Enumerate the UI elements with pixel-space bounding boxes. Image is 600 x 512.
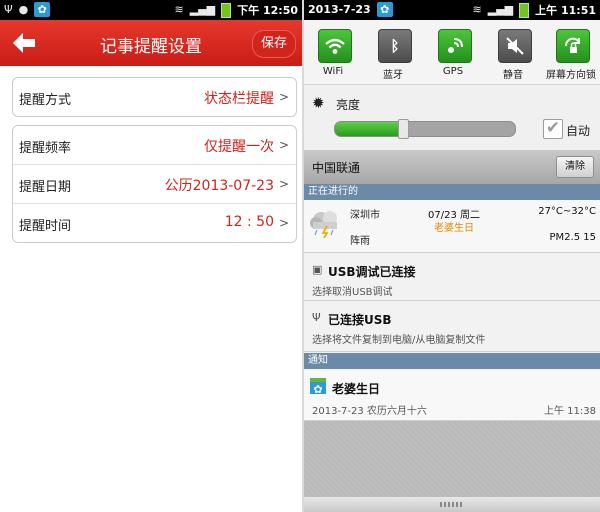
signal-icon: ▂▄▆ <box>189 3 216 16</box>
app-notification-icon: ✿ <box>34 2 51 17</box>
mute-label: 静音 <box>503 70 523 81</box>
battery-icon <box>519 2 530 18</box>
row-value: 状态栏提醒 <box>204 91 274 107</box>
reminder-date-row[interactable]: 提醒日期 公历2013-07-23 > <box>13 164 296 203</box>
left-screen: Ψ ● ✿ ≋ ▂▄▆ 下午 12:50 记事提醒设置 保存 提醒方式 状态栏提… <box>0 0 302 512</box>
reminder-time-row[interactable]: 提醒时间 12 : 50 > <box>13 203 296 242</box>
row-label: 提醒频率 <box>19 141 72 156</box>
date-display: 2013-7-23 <box>308 3 371 16</box>
bluetooth-label: 蓝牙 <box>383 70 403 81</box>
signal-icon: ▂▄▆ <box>487 3 514 16</box>
status-bar: Ψ ● ✿ ≋ ▂▄▆ 下午 12:50 <box>0 0 302 20</box>
chevron-right-icon: > <box>278 177 289 191</box>
weather-temperature: 27°C~32°C <box>538 206 596 217</box>
wifi-status-icon: ≋ <box>472 3 482 16</box>
notification-title: USB调试已连接 <box>328 265 416 279</box>
rotation-lock-icon <box>556 29 590 63</box>
chevron-right-icon: > <box>278 216 289 230</box>
android-debug-icon: ▣ <box>312 263 323 276</box>
status-bar: 2013-7-23 ✿ ≋ ▂▄▆ 上午 11:51 <box>304 0 600 20</box>
notification-title: 已连接USB <box>328 313 392 327</box>
notification-time: 上午 11:38 <box>544 406 596 417</box>
grip-icon <box>440 502 464 507</box>
notification-empty-area <box>304 421 600 497</box>
reminder-settings-card: 提醒频率 仅提醒一次 > 提醒日期 公历2013-07-23 > 提醒时间 12… <box>12 125 297 243</box>
brightness-slider[interactable] <box>334 121 516 137</box>
rotation-lock-label: 屏幕方向锁 <box>546 70 596 81</box>
shade-drag-handle[interactable] <box>304 497 600 512</box>
notification-section-header: 通知 <box>304 353 600 369</box>
chevron-right-icon: > <box>278 138 289 152</box>
row-label: 提醒日期 <box>19 180 72 195</box>
brightness-slider-fill <box>335 122 404 136</box>
calendar-app-icon: ✿ <box>310 378 326 396</box>
notification-subtitle: 选择取消USB调试 <box>312 287 393 298</box>
carrier-name: 中国联通 <box>312 161 361 175</box>
weather-event: 老婆生日 <box>434 223 474 234</box>
quick-settings-bar: WiFi ᛒ 蓝牙 GPS 静音 屏幕方向锁 <box>304 20 600 84</box>
mute-toggle[interactable]: 静音 <box>488 24 538 82</box>
row-label: 提醒方式 <box>19 93 72 108</box>
right-screen: 2013-7-23 ✿ ≋ ▂▄▆ 上午 11:51 WiFi ᛒ 蓝牙 GPS <box>304 0 600 512</box>
notification-subtitle: 选择将文件复制到电脑/从电脑复制文件 <box>312 335 486 346</box>
wifi-icon <box>318 29 352 63</box>
chevron-right-icon: > <box>278 90 289 104</box>
reminder-method-card: 提醒方式 状态栏提醒 > <box>12 77 297 117</box>
brightness-slider-handle[interactable] <box>398 119 410 139</box>
weather-notification[interactable]: 深圳市 阵雨 07/23 周二 老婆生日 27°C~32°C PM2.5 15 <box>304 200 600 253</box>
carrier-bar: 中国联通 清除 <box>304 150 600 184</box>
rain-cloud-icon <box>310 211 337 238</box>
reminder-frequency-row[interactable]: 提醒频率 仅提醒一次 > <box>13 126 296 164</box>
row-label: 提醒时间 <box>19 219 72 234</box>
mute-icon <box>498 29 532 63</box>
android-icon: ● <box>18 2 29 16</box>
title-bar: 记事提醒设置 保存 <box>0 20 302 66</box>
brightness-icon: ✹ <box>312 94 325 112</box>
bluetooth-icon: ᛒ <box>378 29 412 63</box>
usb-icon: Ψ <box>312 311 321 324</box>
brightness-label: 亮度 <box>336 98 361 112</box>
gps-icon <box>438 29 472 63</box>
usb-debug-notification[interactable]: ▣ USB调试已连接 选择取消USB调试 <box>304 253 600 301</box>
auto-brightness-checkbox[interactable]: ✔ <box>543 119 563 139</box>
weather-pm25: PM2.5 15 <box>549 232 596 243</box>
app-notification-icon: ✿ <box>376 2 393 17</box>
birthday-notification[interactable]: ✿ 老婆生日 2013-7-23 农历六月十六 上午 11:38 <box>304 370 600 421</box>
clock: 上午 11:51 <box>535 4 596 17</box>
usb-connected-notification[interactable]: Ψ 已连接USB 选择将文件复制到电脑/从电脑复制文件 <box>304 301 600 352</box>
notification-subtitle: 2013-7-23 农历六月十六 <box>312 406 427 417</box>
ongoing-section-header: 正在进行的 <box>304 184 600 200</box>
reminder-method-row[interactable]: 提醒方式 状态栏提醒 > <box>13 78 296 116</box>
bluetooth-toggle[interactable]: ᛒ 蓝牙 <box>368 24 418 82</box>
wifi-status-icon: ≋ <box>174 3 184 16</box>
gps-toggle[interactable]: GPS <box>428 24 478 82</box>
clock: 下午 12:50 <box>237 4 298 17</box>
row-value: 仅提醒一次 <box>204 139 274 155</box>
weather-city: 深圳市 <box>350 210 380 221</box>
auto-brightness-label: 自动 <box>566 124 591 138</box>
row-value: 12 : 50 <box>224 214 274 230</box>
usb-icon: Ψ <box>4 2 13 16</box>
battery-icon <box>221 2 232 18</box>
clear-button[interactable]: 清除 <box>556 156 594 178</box>
row-value: 公历2013-07-23 <box>164 178 274 194</box>
weather-condition: 阵雨 <box>350 236 370 247</box>
rotation-lock-toggle[interactable]: 屏幕方向锁 <box>546 24 596 82</box>
notification-title: 老婆生日 <box>332 382 381 396</box>
gps-label: GPS <box>442 66 464 77</box>
wifi-label: WiFi <box>322 66 344 77</box>
save-button[interactable]: 保存 <box>252 30 296 58</box>
brightness-panel: ✹ 亮度 ✔ 自动 <box>304 84 600 151</box>
wifi-toggle[interactable]: WiFi <box>308 24 358 82</box>
